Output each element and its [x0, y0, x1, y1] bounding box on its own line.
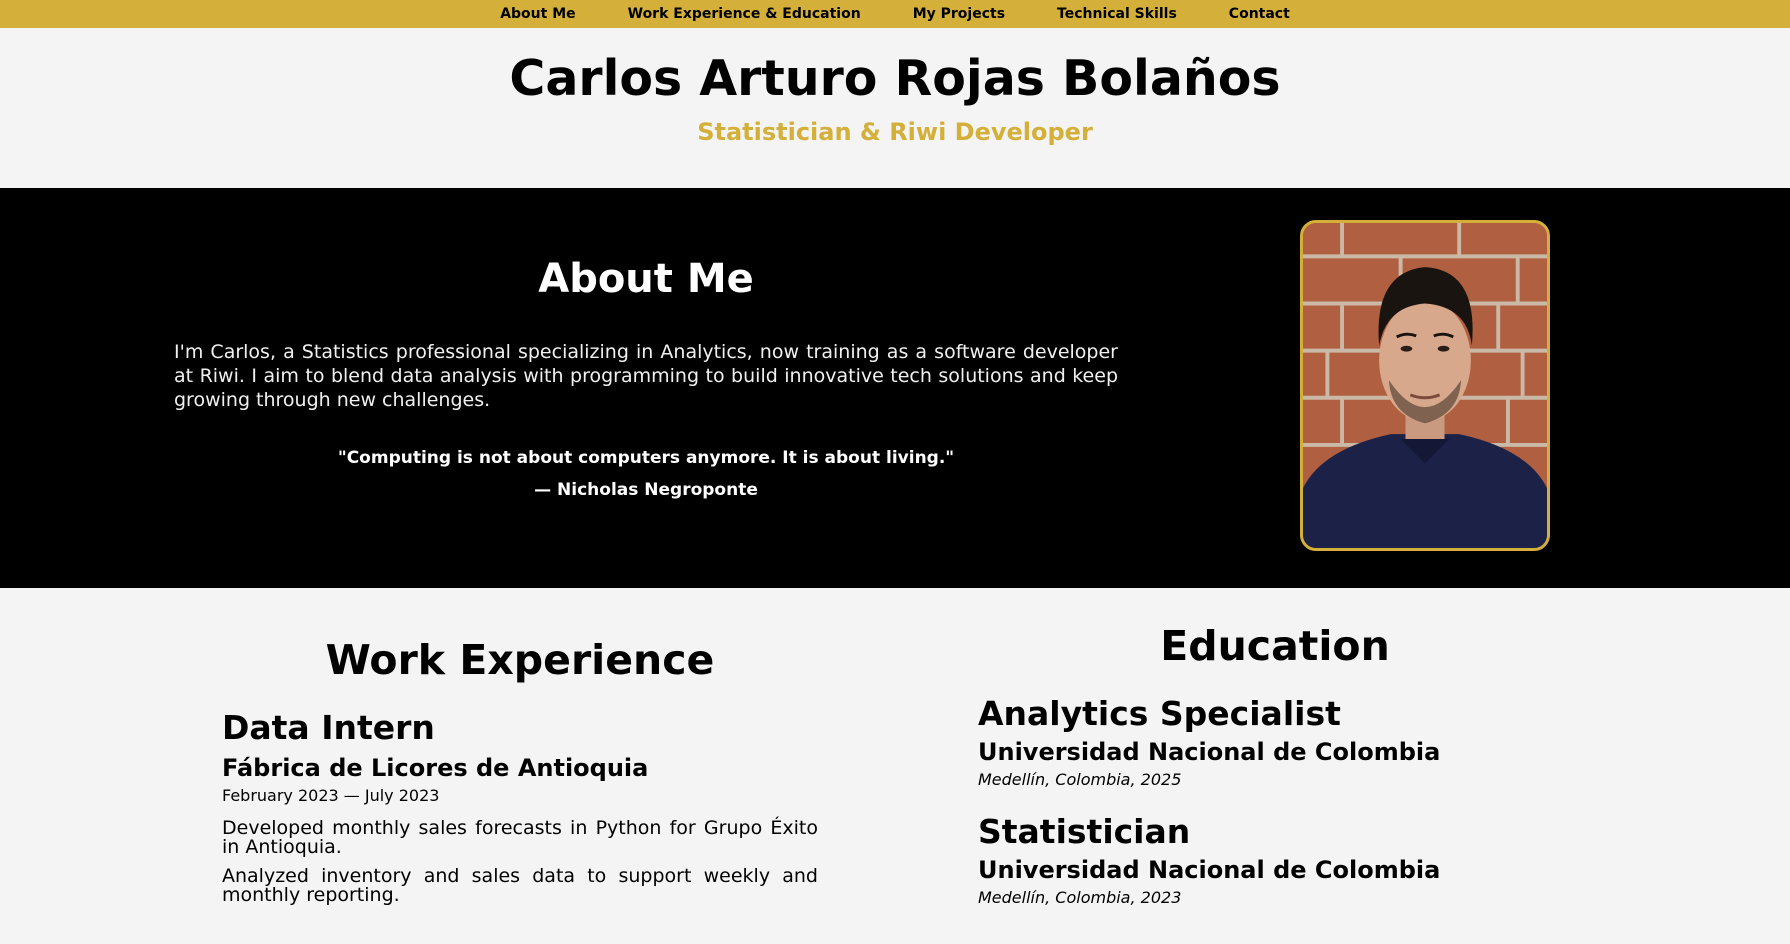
page-title: Carlos Arturo Rojas Bolaños	[509, 50, 1281, 107]
education-degree: Statistician	[978, 812, 1191, 851]
job-duty: Developed monthly sales forecasts in Pyt…	[222, 817, 818, 858]
education-entry: Statistician Universidad Nacional de Col…	[978, 812, 1538, 907]
page-header: Carlos Arturo Rojas Bolaños Statistician…	[0, 28, 1790, 188]
nav-link-work-education[interactable]: Work Experience & Education	[628, 6, 861, 22]
nav-link-about-me[interactable]: About Me	[500, 6, 575, 22]
education-school: Universidad Nacional de Colombia	[978, 738, 1441, 766]
top-nav: About Me Work Experience & Education My …	[0, 0, 1790, 28]
job-company: Fábrica de Licores de Antioquia	[222, 754, 649, 782]
quote-author: — Nicholas Negroponte	[534, 480, 758, 500]
job-duty: Analyzed inventory and sales data to sup…	[222, 865, 818, 906]
education-degree: Analytics Specialist	[978, 694, 1341, 733]
job-dates: February 2023 — July 2023	[222, 786, 440, 805]
about-bio: I'm Carlos, a Statistics professional sp…	[174, 341, 1118, 411]
profile-photo	[1300, 220, 1550, 551]
education-title: Education	[1160, 622, 1390, 670]
about-title: About Me	[538, 256, 754, 302]
education-school: Universidad Nacional de Colombia	[978, 856, 1441, 884]
page-subtitle: Statistician & Riwi Developer	[697, 117, 1093, 146]
job-entry: Data Intern Fábrica de Licores de Antioq…	[222, 708, 818, 905]
job-position: Data Intern	[222, 708, 435, 747]
education-place: Medellín, Colombia, 2025	[978, 770, 1182, 789]
nav-link-technical-skills[interactable]: Technical Skills	[1057, 6, 1177, 22]
about-quote: "Computing is not about computers anymor…	[337, 448, 955, 468]
education-entry: Analytics Specialist Universidad Naciona…	[978, 694, 1538, 789]
profile-photo-image	[1303, 223, 1547, 548]
education-place: Medellín, Colombia, 2023	[978, 888, 1182, 907]
nav-link-contact[interactable]: Contact	[1229, 6, 1290, 22]
nav-link-projects[interactable]: My Projects	[913, 6, 1005, 22]
work-experience-title: Work Experience	[325, 636, 715, 684]
